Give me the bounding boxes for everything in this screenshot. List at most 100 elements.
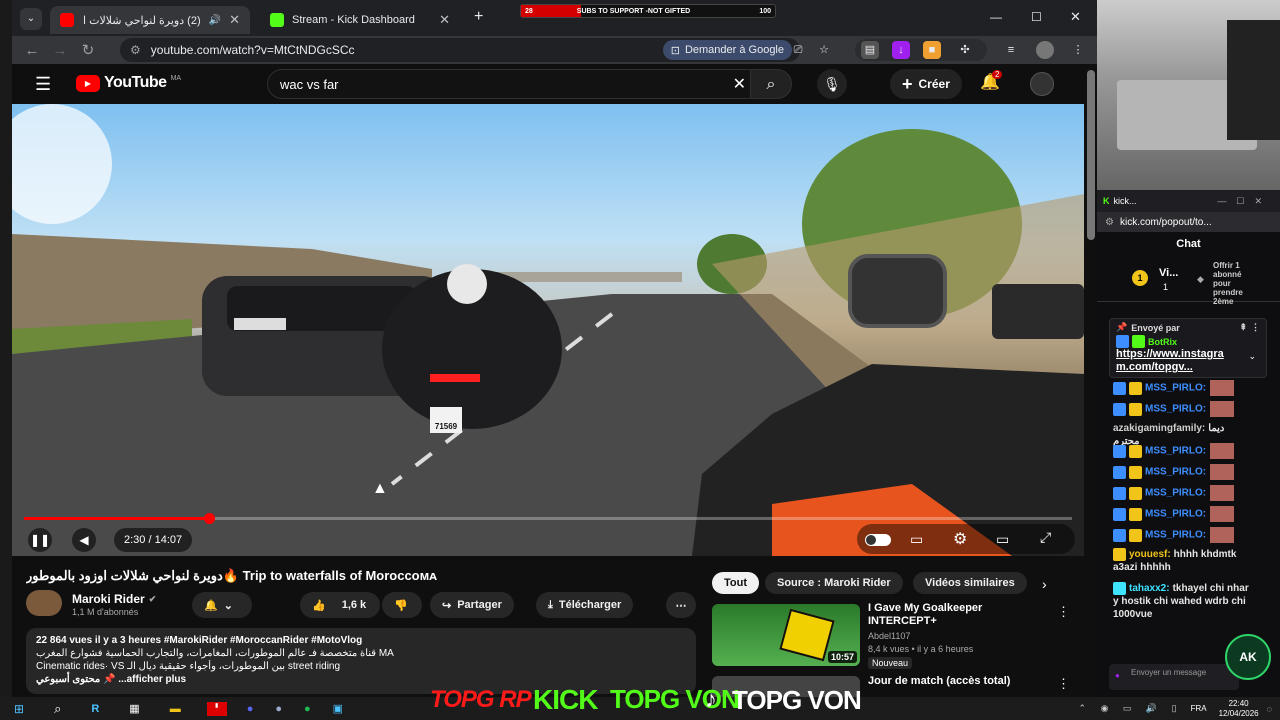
emote-icon[interactable]: ● — [1115, 671, 1120, 680]
recommendation-meta: 8,4 k vues • il y a 6 heures — [868, 644, 974, 654]
theater-mode-icon[interactable]: ▭ — [996, 531, 1009, 548]
fullscreen-icon[interactable]: ⤢ — [1040, 529, 1051, 546]
recommendation-channel: Abdel1107 — [868, 631, 911, 641]
play-pause-button[interactable]: ❚❚ — [28, 528, 52, 552]
settings-icon[interactable]: ⚙ — [953, 529, 967, 549]
maximize-icon[interactable]: ☐ — [1031, 10, 1042, 24]
profile-avatar-icon[interactable] — [1036, 41, 1054, 59]
close-tab-icon[interactable]: ✕ — [439, 12, 450, 28]
more-actions-button[interactable]: ⋯ — [666, 592, 696, 618]
tab-youtube[interactable]: (2) دويرة لنواحي شلالات اوزو 🔊 ✕ — [50, 6, 250, 34]
extension-icon[interactable]: ■ — [923, 41, 941, 59]
cast-icon[interactable]: ⎚ — [789, 41, 807, 59]
spotify-icon[interactable]: ● — [304, 703, 311, 715]
discord-icon[interactable]: ● — [247, 703, 254, 715]
youtube-logo[interactable]: ▶ YouTube MA — [76, 74, 181, 92]
url-field[interactable]: ⚙ youtube.com/watch?v=MtCtNDGcSCc ⊡ Dema… — [120, 38, 800, 62]
tab-title: (2) دويرة لنواحي شلالات اوزو — [82, 14, 201, 27]
chat-username[interactable]: MSS_PIRLO: — [1145, 404, 1206, 415]
bookmark-star-icon[interactable]: ☆ — [815, 41, 833, 59]
new-tab-button[interactable]: + — [474, 8, 483, 26]
progress-track[interactable] — [24, 513, 1072, 524]
clock[interactable]: 22:40 12/04/2026 — [1219, 699, 1259, 719]
chat-username[interactable]: tahaxx2: — [1129, 583, 1170, 594]
chat-input[interactable]: ● Envoyer un message — [1109, 664, 1239, 690]
chat-username[interactable]: youuesf: — [1129, 549, 1171, 560]
menu-icon[interactable]: ⋮ — [1069, 41, 1087, 59]
kick-url: kick.com/popout/to... — [1119, 216, 1212, 228]
taskbar-tray-icons[interactable]: ⌃ ◉ ▭ 🔊 ▯ — [1079, 703, 1183, 714]
extension-icon[interactable]: ▤ — [861, 41, 879, 59]
chip-similar[interactable]: Vidéos similaires — [913, 572, 1027, 594]
hamburger-menu-icon[interactable]: ☰ — [35, 74, 51, 95]
extension-icon[interactable]: ↓ — [892, 41, 910, 59]
video-player[interactable]: 71569 ❚❚ ◀ 2:30 / 14:07 ▭ ⚙ ▭ ⤢ ▲ — [12, 104, 1084, 556]
clock-time: 22:40 — [1228, 698, 1249, 708]
ask-google-button[interactable]: ⊡ Demander à Google — [662, 40, 792, 60]
window-buttons[interactable]: —☐✕ — [1217, 196, 1272, 207]
tab-search-button[interactable]: ⌄ — [20, 8, 42, 30]
share-button[interactable]: ↪ Partager — [430, 592, 514, 618]
chat-username[interactable]: MSS_PIRLO: — [1145, 509, 1206, 520]
unpin-icon[interactable]: ⇞ — [1239, 322, 1247, 333]
reload-icon[interactable]: ↻ — [74, 41, 102, 59]
chat-username[interactable]: MSS_PIRLO: — [1145, 467, 1206, 478]
more-vert-icon[interactable]: ⋮ — [1057, 676, 1070, 692]
voicemeeter-icon[interactable]: ▮ — [206, 701, 227, 716]
folder-icon[interactable]: ▬ — [170, 703, 181, 715]
windows-start-icon[interactable]: ⊞ — [14, 702, 24, 716]
notification-center-icon[interactable]: ◌ — [1267, 704, 1272, 714]
chip-all[interactable]: Tout — [712, 572, 760, 594]
puzzle-icon[interactable]: ✣ — [956, 41, 974, 59]
chat-username[interactable]: MSS_PIRLO: — [1145, 446, 1206, 457]
chat-username[interactable]: MSS_PIRLO: — [1145, 488, 1206, 499]
create-button[interactable]: + Créer — [890, 69, 962, 99]
pinned-message[interactable]: 📌 Envoyé par ⇞ ⋮ BotRix https://www.inst… — [1109, 318, 1267, 378]
subscribe-bell-button[interactable]: 🔔 ⌄ — [192, 592, 252, 618]
clear-search-icon[interactable]: ✕ — [733, 74, 746, 94]
channel-avatar[interactable] — [26, 590, 62, 616]
back-icon[interactable]: ← — [18, 42, 46, 59]
steam-icon[interactable]: ● — [275, 703, 282, 715]
input-language[interactable]: FRA — [1191, 704, 1207, 713]
pinned-link[interactable]: https://www.instagram.com/topgv... — [1116, 348, 1236, 374]
close-window-icon[interactable]: ✕ — [1070, 9, 1081, 25]
dislike-button[interactable]: 👎 — [382, 592, 422, 618]
chevron-down-icon[interactable]: ⌄ — [1248, 351, 1256, 362]
subtitles-icon[interactable]: ▭ — [910, 531, 923, 548]
taskbar-app-icon[interactable]: R — [91, 703, 99, 715]
search-button[interactable]: ⌕ — [750, 69, 792, 99]
search-input[interactable]: wac vs far ✕ — [267, 69, 757, 99]
recommendation-title[interactable]: I Gave My Goalkeeper INTERCEPT+ — [868, 602, 1018, 628]
account-avatar[interactable] — [1030, 72, 1054, 96]
forward-icon[interactable]: → — [46, 42, 74, 59]
recommendation-thumbnail[interactable]: 10:57 — [712, 604, 860, 666]
chat-username[interactable]: MSS_PIRLO: — [1145, 530, 1206, 541]
chevron-right-icon[interactable]: › — [1042, 576, 1047, 592]
more-vert-icon[interactable]: ⋮ — [1251, 322, 1260, 333]
chip-source[interactable]: Source : Maroki Rider — [765, 572, 903, 594]
like-button[interactable]: 👍 1,6 k — [300, 592, 380, 618]
tab-kick[interactable]: Stream - Kick Dashboard ✕ — [260, 6, 460, 34]
chat-username[interactable]: azakigamingfamily: — [1113, 423, 1205, 434]
recommendation-title[interactable]: Jour de match (accès total) — [868, 675, 1038, 687]
taskbar-app-icon[interactable]: ▣ — [333, 702, 343, 715]
taskbar-search-icon[interactable]: ⌕ — [54, 701, 61, 717]
notifications-button[interactable]: 🔔 2 — [980, 70, 1003, 92]
webcam-feed — [1097, 0, 1280, 190]
more-vert-icon[interactable]: ⋮ — [1057, 604, 1070, 620]
channel-name[interactable]: Maroki Rider ✔ — [72, 592, 156, 606]
kick-address-bar[interactable]: ⚙ kick.com/popout/to... — [1097, 212, 1280, 232]
minimize-icon[interactable]: — — [990, 10, 1002, 24]
voice-search-button[interactable]: 🎙 — [817, 69, 847, 99]
media-control-icon[interactable]: ≡ — [1002, 41, 1020, 59]
page-scrollbar[interactable] — [1087, 70, 1095, 240]
volume-button[interactable]: ◀ — [72, 528, 96, 552]
site-info-icon[interactable]: ⚙ — [130, 43, 141, 57]
chat-username[interactable]: MSS_PIRLO: — [1145, 383, 1206, 394]
close-tab-icon[interactable]: ✕ — [229, 12, 240, 28]
taskbar-app-icon[interactable]: ▦ — [129, 702, 139, 715]
autoplay-toggle[interactable] — [865, 534, 891, 546]
gift-offer-text[interactable]: Offrir 1 abonné pour prendre 2ème — [1213, 261, 1257, 306]
download-button[interactable]: ⤓ Télécharger — [536, 592, 634, 618]
